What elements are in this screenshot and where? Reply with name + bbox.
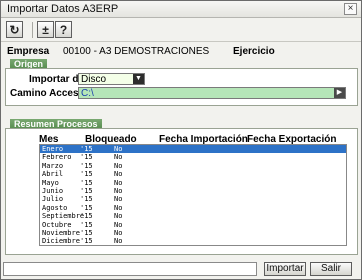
list-item[interactable]: Noviembre '15 No <box>40 229 346 237</box>
bloqueado-cell: No <box>114 212 123 221</box>
mes-cell: Febrero <box>42 153 72 162</box>
import-dialog: Importar Datos A3ERP × ↻ ± ? Empresa 001… <box>0 0 362 280</box>
camino-acceso-label: Camino Acceso <box>10 88 85 99</box>
empresa-label: Empresa <box>7 46 50 57</box>
bloqueado-cell: No <box>114 203 123 212</box>
ejercicio-label: Ejercicio <box>233 46 275 57</box>
year-cell: '15 <box>80 170 93 179</box>
help-icon[interactable]: ? <box>55 21 72 38</box>
year-cell: '15 <box>80 195 93 204</box>
window-title: Importar Datos A3ERP <box>7 3 119 15</box>
list-item[interactable]: Septiembre '15 No <box>40 212 346 220</box>
year-cell: '15 <box>80 153 93 162</box>
list-item[interactable]: Abril '15 No <box>40 170 346 178</box>
year-cell: '15 <box>80 203 93 212</box>
mes-cell: Diciembre <box>42 237 80 246</box>
mes-cell: Septiembre <box>42 212 85 221</box>
bloqueado-cell: No <box>114 153 123 162</box>
bloqueado-cell: No <box>114 161 123 170</box>
list-item[interactable]: Febrero '15 No <box>40 153 346 161</box>
bloqueado-cell: No <box>114 187 123 195</box>
plus-minus-icon[interactable]: ± <box>37 21 54 38</box>
importar-button[interactable]: Importar <box>264 262 306 276</box>
title-bar: Importar Datos A3ERP × <box>1 1 361 18</box>
list-item[interactable]: Junio '15 No <box>40 187 346 195</box>
bloqueado-cell: No <box>114 170 123 179</box>
bloqueado-cell: No <box>114 237 123 246</box>
bloqueado-cell: No <box>114 220 123 229</box>
mes-cell: Agosto <box>42 203 68 212</box>
mes-cell: Julio <box>42 195 64 204</box>
mes-cell: Mayo <box>42 178 59 187</box>
procesos-list[interactable]: Enero '15 No Febrero '15 No Marzo '15 No Abril '15… <box>39 144 347 246</box>
toolbar-separator <box>32 22 33 38</box>
list-item[interactable]: Octubre '15 No <box>40 221 346 229</box>
mes-cell: Noviembre <box>42 229 80 237</box>
mes-cell: Marzo <box>42 161 64 170</box>
year-cell: '15 <box>80 237 93 246</box>
bloqueado-cell: No <box>114 229 123 237</box>
list-item[interactable]: Diciembre '15 No <box>40 237 346 245</box>
mes-cell: Enero <box>42 145 64 153</box>
mes-cell: Octubre <box>42 220 72 229</box>
list-item[interactable]: Enero '15 No <box>40 145 346 154</box>
year-cell: '15 <box>80 212 93 221</box>
mes-cell: Junio <box>42 187 64 195</box>
bloqueado-cell: No <box>114 195 123 204</box>
importar-de-value: Disco <box>81 74 107 85</box>
chevron-down-icon[interactable]: ▼ <box>133 74 144 84</box>
year-cell: '15 <box>80 161 93 170</box>
list-item[interactable]: Mayo '15 No <box>40 179 346 187</box>
salir-button[interactable]: Salir <box>310 262 352 276</box>
list-item[interactable]: Julio '15 No <box>40 195 346 203</box>
status-field <box>3 262 257 276</box>
camino-acceso-input[interactable]: C:\ ▶ <box>78 87 346 99</box>
list-item[interactable]: Marzo '15 No <box>40 162 346 170</box>
camino-acceso-value: C:\ <box>81 88 94 99</box>
list-item[interactable]: Agosto '15 No <box>40 204 346 212</box>
bloqueado-cell: No <box>114 145 123 153</box>
year-cell: '15 <box>80 187 93 195</box>
year-cell: '15 <box>80 145 93 153</box>
chevron-right-icon[interactable]: ▶ <box>334 88 345 98</box>
empresa-value: 00100 - A3 DEMOSTRACIONES <box>63 46 210 57</box>
year-cell: '15 <box>80 229 93 237</box>
toolbar: ↻ ± ? <box>1 18 361 42</box>
mes-cell: Abril <box>42 170 64 179</box>
close-button[interactable]: × <box>344 3 357 15</box>
year-cell: '15 <box>80 220 93 229</box>
importar-de-select[interactable]: Disco ▼ <box>78 73 145 85</box>
year-cell: '15 <box>80 178 93 187</box>
bloqueado-cell: No <box>114 178 123 187</box>
importar-de-label: Importar de <box>29 74 85 85</box>
refresh-icon[interactable]: ↻ <box>6 21 23 38</box>
